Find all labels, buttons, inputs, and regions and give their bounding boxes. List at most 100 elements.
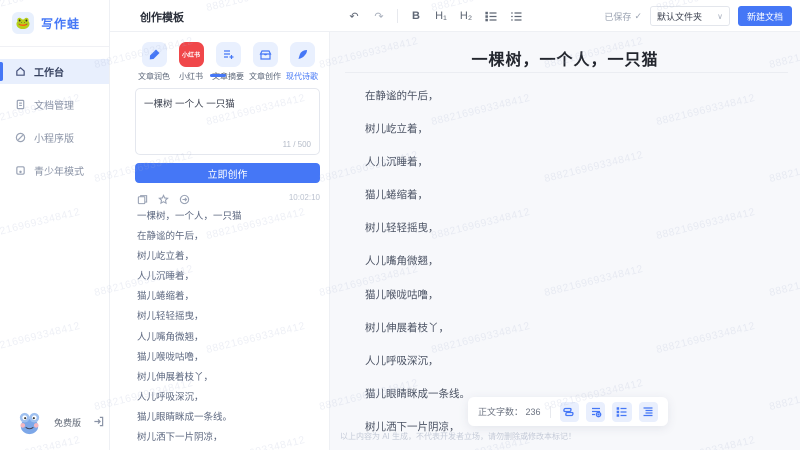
folder-select[interactable]: 默认文件夹 ∨ [649,6,730,26]
sidebar-item-label: 工作台 [34,68,64,79]
sidebar-menu: 工作台 文档管理 小程序版 青少年模式 [0,59,109,183]
tab-label: 小红书 [179,72,203,81]
teen-mode-icon [16,166,25,175]
heading2-button[interactable]: H₂ [457,7,475,25]
result-line: 树儿洒下一片阴凉， [137,432,223,444]
user-row: 免费版 [0,409,110,436]
result-header: 10:02:10 [137,192,320,205]
doc-line: 树儿伸展着枝丫， [365,321,449,334]
app-logo: 🐸 写作蛙 [0,0,109,47]
prompt-input-box: 一棵树 一个人 一只猫 11 / 500 [135,88,320,155]
tab-article-polish[interactable]: 文章润色 [137,42,171,82]
tab-label: 文章润色 [138,72,170,81]
floatbar-divider [549,405,551,418]
tab-label: 现代诗歌 [286,72,318,81]
document-editor[interactable]: 一棵树，一个人，一只猫 在静谧的午后， 树儿屹立着， 人儿沉睡着， 猫儿蜷缩着，… [330,32,800,450]
bold-button[interactable]: B [407,7,425,25]
redo-icon[interactable]: ↷ [370,7,388,25]
result-line: 猫儿喉咙咕噜， [137,351,204,363]
sidebar-item-miniprogram[interactable]: 小程序版 [0,125,109,150]
template-panel: 文章润色 小红书 小红书 文章摘要 文章创作 现代诗歌 一棵树 一个人 一只猫 … [110,32,330,450]
chevron-down-icon: ∨ [717,11,723,21]
result-line: 树儿伸展着枝丫， [137,371,214,383]
title-divider [345,72,788,73]
doc-line: 在静谧的午后， [365,90,439,102]
result-line: 人儿沉睡着， [137,271,195,283]
feather-icon [289,42,315,67]
editor-toolbar: ↶ ↷ B H₁ H₂ [345,0,525,32]
sidebar-item-workspace[interactable]: 工作台 [0,59,109,84]
prompt-input[interactable]: 一棵树 一个人 一只猫 [136,89,319,137]
frog-logo-icon: 🐸 [12,12,34,34]
floating-format-bar: 正文字数： 236 [468,397,668,426]
result-line: 在静谧的午后， [137,231,204,243]
sidebar-item-label: 青少年模式 [34,167,84,178]
ai-disclaimer: 以上内容为 AI 生成，不代表开发者立场，请勿删除或修改本标记！ [340,432,577,441]
save-status-label: 已保存 [604,11,632,22]
result-line: 树儿轻轻摇曳， [137,311,204,323]
tab-xiaohongshu[interactable]: 小红书 小红书 [174,42,208,82]
wordcount-label: 正文字数： [478,407,524,417]
sidebar-item-teen-mode[interactable]: 青少年模式 [0,158,109,183]
sidebar-item-label: 文档管理 [34,101,74,112]
document-title[interactable]: 一棵树，一个人，一只猫 [330,46,800,70]
pen-icon [141,42,167,67]
smart-format-icon[interactable] [585,401,606,422]
result-line: 人儿呼吸深沉， [137,391,204,403]
summary-icon [215,42,241,67]
star-icon[interactable] [158,192,169,205]
sidebar-item-documents[interactable]: 文档管理 [0,92,109,117]
doc-line: 人儿嘴角微翘， [365,255,439,268]
tab-article-creation[interactable]: 文章创作 [248,42,282,82]
home-icon [16,67,25,76]
result-line: 猫儿蜷缩着， [137,291,195,303]
top-header: 创作模板 ↶ ↷ B H₁ H₂ 已保存 ✓ 默认文件夹 ∨ 新建文档 [110,0,800,32]
compass-icon [15,132,26,143]
result-line: 猫儿眼睛眯成一条线。 [137,411,233,423]
bullet-list-button[interactable] [482,7,500,25]
doc-line: 树儿轻轻摇曳， [365,222,439,235]
char-count: 11 / 500 [282,140,311,149]
header-right: 已保存 ✓ 默认文件夹 ∨ 新建文档 [604,0,792,32]
template-tabs: 文章润色 小红书 小红书 文章摘要 文章创作 现代诗歌 [137,42,319,82]
xiaohongshu-icon: 小红书 [178,42,204,67]
undo-icon[interactable]: ↶ [345,7,363,25]
box-icon [252,42,278,67]
save-status: 已保存 ✓ [604,10,642,23]
result-line: 一棵树，一个人，一只猫 [137,211,242,222]
wordcount-value: 236 [525,407,541,417]
tab-scrollbar[interactable] [210,74,226,77]
result-timestamp: 10:02:10 [288,193,320,202]
new-document-button[interactable]: 新建文档 [737,6,792,26]
logout-icon[interactable] [93,414,104,432]
bullet-list-icon[interactable] [612,401,632,422]
toolbar-divider [397,9,398,23]
create-now-button[interactable]: 立即创作 [135,163,320,183]
wordcount: 正文字数： 236 [478,405,541,418]
plan-badge: 免费版 [54,418,82,428]
paragraph-swap-icon[interactable] [559,401,579,422]
app-window: 🐸 写作蛙 工作台 文档管理 小程序版 青少年模式 免费版 创作模板 ↶ ↷ B… [0,0,800,450]
document-body[interactable]: 在静谧的午后， 树儿屹立着， 人儿沉睡着， 猫儿蜷缩着， 树儿轻轻摇曳， 人儿嘴… [365,88,780,450]
ordered-list-button[interactable] [507,7,525,25]
sidebar: 🐸 写作蛙 工作台 文档管理 小程序版 青少年模式 免费版 [0,0,110,450]
indent-list-icon[interactable] [638,401,659,422]
sidebar-item-label: 小程序版 [34,134,74,145]
copy-icon[interactable] [137,192,148,205]
panel-title: 创作模板 [140,12,184,24]
doc-line: 人儿呼吸深沉， [365,354,439,367]
result-line: 人儿嘴角微翘， [137,331,204,343]
result-lines: 一棵树，一个人，一只猫 在静谧的午后， 树儿屹立着， 人儿沉睡着， 猫儿蜷缩着，… [137,208,322,449]
doc-line: 人儿沉睡着， [365,156,428,169]
doc-line: 猫儿蜷缩着， [365,189,428,202]
document-icon [16,99,25,110]
doc-line: 树儿屹立着， [365,123,428,136]
heading1-button[interactable]: H₁ [432,7,450,25]
doc-line: 猫儿喉咙咕噜， [365,288,439,301]
tab-label: 文章创作 [249,72,281,81]
user-avatar[interactable] [16,409,43,436]
result-line: 树儿屹立着， [137,251,195,263]
tab-modern-poetry[interactable]: 现代诗歌 [285,42,319,82]
app-logo-text: 写作蛙 [41,16,81,31]
insert-to-doc-icon[interactable] [179,192,190,205]
